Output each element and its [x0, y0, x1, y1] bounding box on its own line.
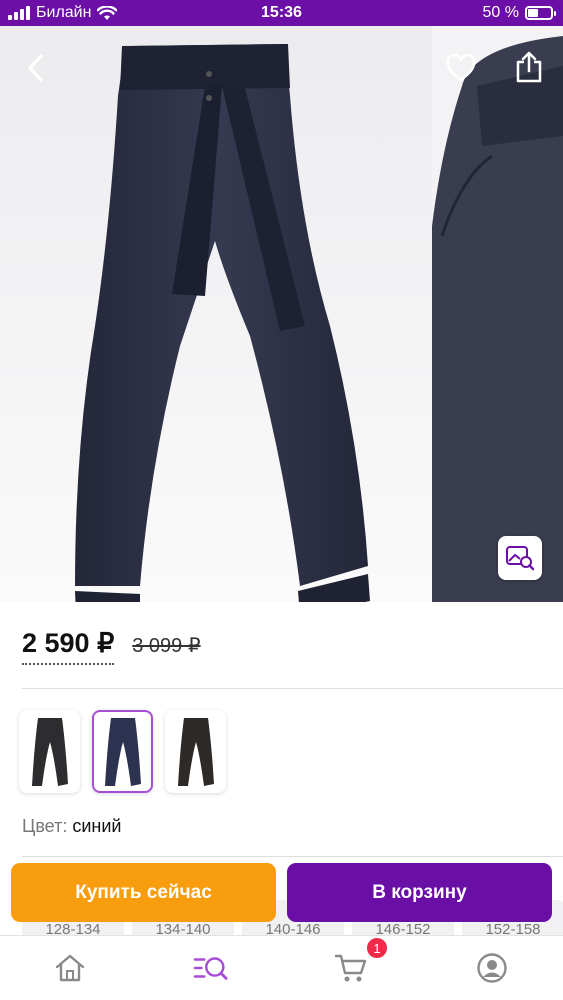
tab-catalog[interactable] — [193, 950, 229, 986]
next-product-photo[interactable] — [432, 26, 563, 602]
color-swatch[interactable] — [92, 710, 153, 793]
share-icon — [516, 51, 542, 83]
cart-icon — [334, 954, 367, 982]
status-right: 50 % — [482, 4, 556, 22]
chevron-left-icon — [28, 54, 43, 82]
back-button[interactable] — [18, 48, 52, 88]
old-price: 3 099 ₽ — [132, 635, 201, 657]
add-to-cart-button[interactable]: В корзину — [287, 863, 552, 922]
trousers-closeup-image — [432, 26, 563, 602]
clock: 15:36 — [261, 4, 302, 21]
home-icon — [55, 954, 85, 982]
trousers-thumbnail — [104, 717, 141, 786]
divider — [22, 856, 563, 857]
tab-cart[interactable] — [333, 950, 369, 986]
tab-profile[interactable] — [474, 950, 510, 986]
heart-outline-icon — [446, 54, 476, 82]
buy-now-button[interactable]: Купить сейчас — [11, 863, 276, 922]
image-search-button[interactable] — [498, 536, 542, 580]
tab-home[interactable] — [52, 950, 88, 986]
status-bar: Билайн 15:36 50 % — [0, 0, 563, 26]
trousers-thumbnail — [177, 717, 214, 786]
price-row: 2 590 ₽ 3 099 ₽ — [22, 628, 201, 665]
divider — [22, 688, 563, 689]
product-screen: Билайн 15:36 50 % 2 590 ₽ 3 099 ₽ Цвет: … — [0, 0, 563, 1000]
trousers-image — [75, 44, 370, 602]
catalog-search-icon — [193, 957, 228, 980]
battery-percent: 50 % — [482, 4, 519, 21]
color-swatch[interactable] — [165, 710, 226, 793]
cart-badge: 1 — [365, 936, 389, 960]
product-photo[interactable] — [0, 26, 432, 602]
profile-icon — [477, 953, 507, 983]
trousers-thumbnail — [31, 717, 68, 786]
product-gallery[interactable] — [0, 26, 563, 602]
color-value: синий — [72, 816, 122, 836]
image-search-icon — [506, 546, 535, 571]
color-label: Цвет: — [22, 816, 68, 836]
color-swatches — [19, 710, 226, 793]
selected-color: Цвет: синий — [22, 816, 121, 837]
share-button[interactable] — [510, 46, 548, 88]
current-price[interactable]: 2 590 ₽ — [22, 628, 115, 665]
battery-icon — [525, 6, 556, 20]
color-swatch[interactable] — [19, 710, 80, 793]
bottom-tab-bar — [0, 935, 563, 1000]
favorite-button[interactable] — [442, 50, 480, 86]
